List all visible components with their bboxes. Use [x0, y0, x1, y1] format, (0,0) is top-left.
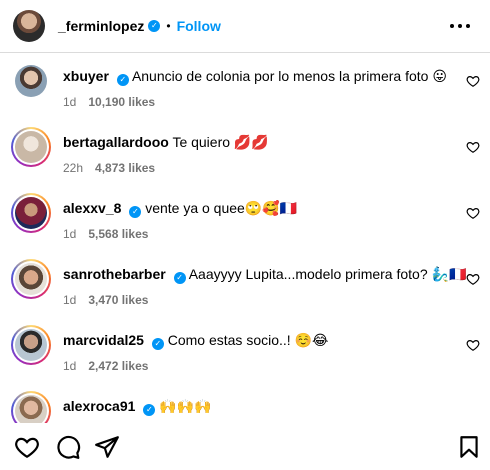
comment-text: Anuncio de colonia por lo menos la prime… — [131, 68, 447, 84]
verified-icon: ✓ — [129, 206, 142, 218]
commenter-username[interactable]: marcvidal25 — [63, 332, 144, 348]
commenter-username[interactable]: bertagallardooo — [63, 134, 169, 150]
comment-time: 1d — [63, 359, 77, 373]
comment-time: 1d — [63, 227, 77, 241]
story-ring[interactable] — [11, 127, 51, 167]
post-header: _ferminlopez ✓ • Follow — [0, 0, 490, 52]
comment-likes[interactable]: 2,472 likes — [88, 359, 148, 373]
comment-time: 1d — [63, 293, 77, 307]
verified-icon: ✓ — [116, 74, 129, 86]
verified-icon: ✓ — [173, 272, 186, 284]
verified-icon: ✓ — [143, 404, 156, 416]
author-avatar[interactable] — [13, 10, 45, 42]
commenter-avatar[interactable] — [15, 197, 47, 229]
comment-likes[interactable]: 5,568 likes — [88, 227, 148, 241]
comment-likes[interactable]: 4,873 likes — [95, 161, 155, 175]
commenter-username[interactable]: sanrothebarber — [63, 266, 166, 282]
more-icon[interactable] — [450, 16, 470, 36]
comment-text: 🙌🙌🙌 — [159, 398, 212, 414]
story-ring[interactable] — [11, 325, 51, 365]
story-ring[interactable] — [11, 391, 51, 423]
commenter-avatar[interactable] — [15, 395, 47, 423]
commenter-username[interactable]: alexxv_8 — [63, 200, 121, 216]
commenter-username[interactable]: xbuyer — [63, 68, 109, 84]
comment-text: Te quiero 💋💋 — [172, 134, 269, 150]
heart-icon[interactable] — [466, 206, 480, 220]
heart-icon[interactable] — [466, 272, 480, 286]
heart-icon[interactable] — [466, 338, 480, 352]
comment-text: Como estas socio..! ☺️😂 — [167, 332, 329, 348]
comments-list[interactable]: xbuyer ✓ Anuncio de colonia por lo menos… — [0, 53, 490, 423]
comment-text: Aaayyyy Lupita...modelo primera foto? 🧞‍… — [188, 266, 467, 282]
comment-likes[interactable]: 3,470 likes — [88, 293, 148, 307]
commenter-avatar[interactable] — [15, 329, 47, 361]
verified-icon: ✓ — [151, 338, 164, 350]
commenter-username[interactable]: alexroca91 — [63, 398, 135, 414]
comment-time: 22h — [63, 161, 84, 175]
commenter-avatar[interactable] — [15, 65, 47, 97]
comment-icon[interactable] — [55, 434, 81, 460]
comment-text: vente ya o quee🙄🥰🇫🇷 — [145, 200, 298, 216]
heart-icon[interactable] — [14, 434, 40, 460]
share-icon[interactable] — [94, 434, 120, 460]
action-bar — [0, 430, 490, 470]
comment-likes[interactable]: 10,190 likes — [88, 95, 155, 109]
comment-time: 1d — [63, 95, 77, 109]
bookmark-icon[interactable] — [456, 434, 482, 460]
commenter-avatar[interactable] — [15, 131, 47, 163]
verified-icon: ✓ — [148, 20, 161, 32]
follow-button[interactable]: Follow — [177, 18, 221, 34]
heart-icon[interactable] — [466, 74, 480, 88]
author-username[interactable]: _ferminlopez — [58, 18, 144, 34]
story-ring[interactable] — [11, 259, 51, 299]
heart-icon[interactable] — [466, 140, 480, 154]
commenter-avatar[interactable] — [15, 263, 47, 295]
separator: • — [166, 19, 171, 33]
story-ring[interactable] — [11, 193, 51, 233]
